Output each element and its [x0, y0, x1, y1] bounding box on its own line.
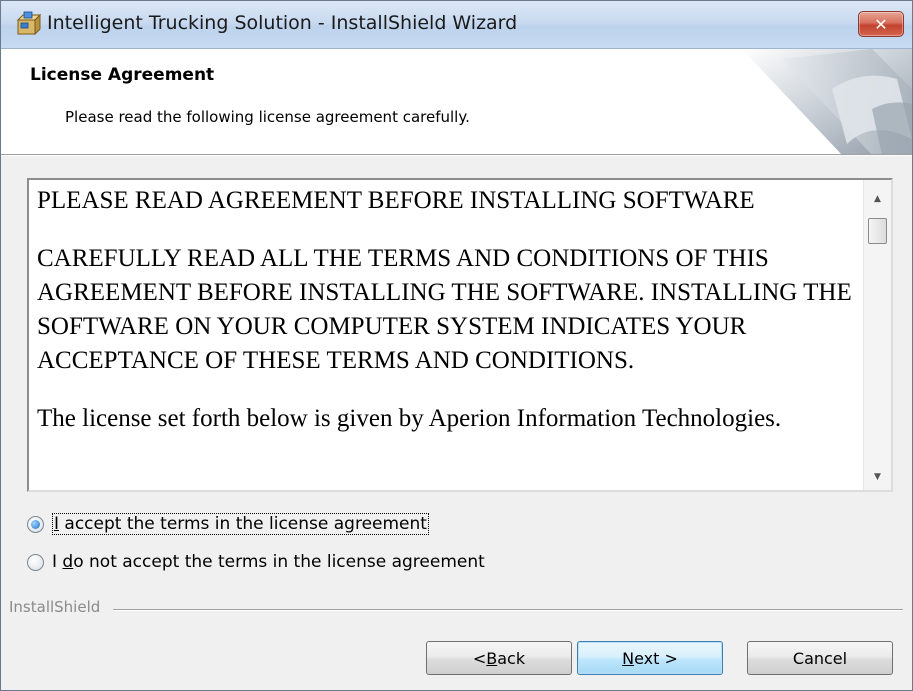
back-label-accelerator: B	[486, 648, 498, 668]
scroll-thumb[interactable]	[868, 218, 887, 244]
installshield-wizard-window: Intelligent Trucking Solution - InstallS…	[0, 0, 913, 691]
close-button[interactable]: ✕	[858, 11, 904, 37]
accept-label-post: accept the terms in the license agreemen…	[59, 514, 427, 534]
license-paragraph: CAREFULLY READ ALL THE TERMS AND CONDITI…	[37, 245, 852, 374]
decline-label-post: o not accept the terms in the license ag…	[73, 552, 485, 572]
cancel-button[interactable]: Cancel	[747, 641, 893, 675]
accept-terms-radio[interactable]: I accept the terms in the license agreem…	[27, 512, 429, 536]
radio-button-selected[interactable]	[27, 515, 44, 533]
next-label-accelerator: N	[622, 648, 635, 668]
back-label-pre: <	[472, 648, 487, 668]
installer-box-icon	[16, 11, 41, 36]
radio-selected-dot	[31, 519, 40, 529]
page-subtitle: Please read the following license agreem…	[65, 108, 470, 126]
header-banner: License Agreement Please read the follow…	[1, 49, 912, 155]
back-label-post: ack	[497, 648, 526, 668]
license-paragraph: PLEASE READ AGREEMENT BEFORE INSTALLING …	[37, 187, 755, 214]
banner-graphic	[742, 49, 912, 154]
decline-terms-label[interactable]: I do not accept the terms in the license…	[52, 552, 485, 572]
window-title: Intelligent Trucking Solution - InstallS…	[47, 12, 518, 34]
license-paragraph: The license set forth below is given by …	[37, 405, 782, 432]
radio-button-unselected[interactable]	[27, 553, 44, 571]
installshield-divider: InstallShield	[9, 598, 909, 618]
license-text-area[interactable]: PLEASE READ AGREEMENT BEFORE INSTALLING …	[27, 178, 893, 492]
back-button[interactable]: < Back	[426, 641, 572, 675]
decline-label-pre: I	[52, 552, 63, 572]
page-title: License Agreement	[30, 65, 215, 85]
header-divider	[1, 155, 912, 156]
footer-divider-line	[113, 609, 903, 611]
next-label-post: ext >	[634, 648, 678, 668]
scroll-down-arrow-icon[interactable]: ▼	[864, 466, 891, 488]
decline-terms-radio[interactable]: I do not accept the terms in the license…	[27, 550, 485, 574]
title-bar[interactable]: Intelligent Trucking Solution - InstallS…	[1, 1, 912, 49]
scroll-up-arrow-icon[interactable]: ▲	[864, 188, 891, 210]
license-text: PLEASE READ AGREEMENT BEFORE INSTALLING …	[37, 184, 857, 460]
close-icon: ✕	[874, 14, 888, 34]
vertical-scrollbar[interactable]: ▲ ▼	[863, 180, 891, 490]
decline-label-accelerator: d	[62, 552, 74, 572]
next-button[interactable]: Next >	[577, 641, 723, 675]
accept-terms-label[interactable]: I accept the terms in the license agreem…	[52, 513, 429, 535]
installshield-brand: InstallShield	[9, 598, 101, 616]
